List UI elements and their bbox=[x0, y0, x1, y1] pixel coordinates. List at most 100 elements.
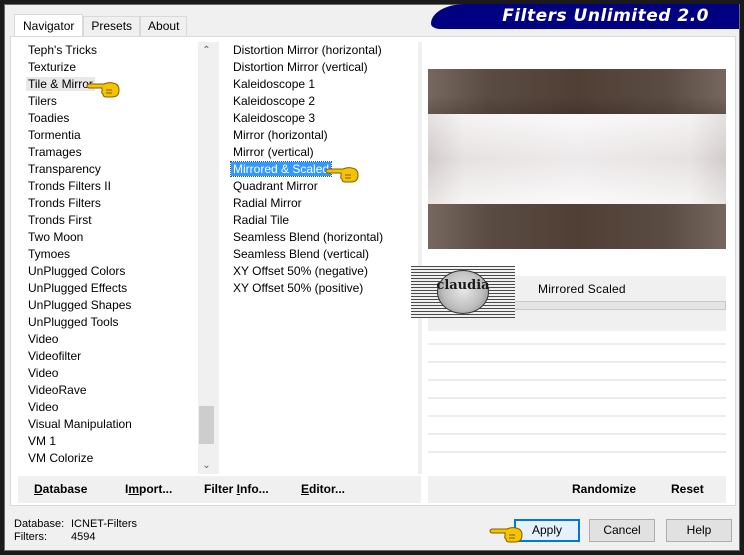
preview-image bbox=[428, 69, 726, 249]
apply-button[interactable]: Apply bbox=[514, 519, 580, 542]
category-list-item[interactable]: Transparency bbox=[14, 161, 198, 178]
parameter-row bbox=[428, 433, 726, 435]
filter-list-item[interactable]: Seamless Blend (horizontal) bbox=[222, 229, 418, 246]
watermark-text: claudia bbox=[436, 278, 490, 293]
preview-shade bbox=[428, 114, 726, 204]
category-list-item[interactable]: Tymoes bbox=[14, 246, 198, 263]
editor-button[interactable]: Editor... bbox=[301, 482, 345, 496]
import-button[interactable]: Import... bbox=[125, 482, 172, 496]
category-list-item[interactable]: VM Colorize bbox=[14, 450, 198, 467]
filter-list-item[interactable]: Kaleidoscope 2 bbox=[222, 93, 418, 110]
title-banner: Filters Unlimited 2.0 bbox=[431, 4, 739, 29]
filter-list-item[interactable]: Quadrant Mirror bbox=[222, 178, 418, 195]
filter-label: Seamless Blend (vertical) bbox=[233, 247, 370, 261]
pointing-hand-icon bbox=[489, 527, 523, 543]
category-list-item[interactable]: Video bbox=[14, 399, 198, 416]
database-value: ICNET-Filters bbox=[71, 518, 137, 530]
category-label: VM Colorize bbox=[28, 451, 94, 465]
chevron-up-icon[interactable]: ⌃ bbox=[198, 42, 215, 59]
category-list-item[interactable]: Texturize bbox=[14, 59, 198, 76]
category-list-item[interactable]: VM 1 bbox=[14, 433, 198, 450]
category-label: Tile & Mirror bbox=[26, 77, 95, 91]
filters-count-value: 4594 bbox=[71, 531, 96, 543]
tab-navigator[interactable]: Navigator bbox=[14, 14, 84, 36]
filter-list-item[interactable]: Radial Mirror bbox=[222, 195, 418, 212]
category-label: VM 1 bbox=[28, 434, 57, 448]
category-list-item[interactable]: Tramages bbox=[14, 144, 198, 161]
category-label: Transparency bbox=[28, 162, 101, 176]
filter-list-item[interactable]: Seamless Blend (vertical) bbox=[222, 246, 418, 263]
category-list-item[interactable]: Visual Manipulation bbox=[14, 416, 198, 433]
panel-divider bbox=[418, 42, 422, 474]
chevron-down-icon[interactable]: ⌄ bbox=[198, 457, 215, 474]
filter-list-item[interactable]: XY Offset 50% (positive) bbox=[222, 280, 418, 297]
preview-toolbar: Randomize Reset bbox=[428, 476, 726, 503]
category-label: Tronds Filters II bbox=[28, 179, 111, 193]
category-list-item[interactable]: UnPlugged Effects bbox=[14, 280, 198, 297]
filter-list-item[interactable]: Mirror (vertical) bbox=[222, 144, 418, 161]
filter-list-item[interactable]: XY Offset 50% (negative) bbox=[222, 263, 418, 280]
filter-label: Seamless Blend (horizontal) bbox=[233, 230, 384, 244]
category-label: UnPlugged Tools bbox=[28, 315, 119, 329]
filter-label: Quadrant Mirror bbox=[233, 179, 318, 193]
category-label: Tymoes bbox=[28, 247, 71, 261]
parameter-row bbox=[428, 379, 726, 381]
status-area: Database: ICNET-Filters Filters: 4594 bbox=[14, 518, 137, 544]
preview-shade bbox=[428, 69, 726, 114]
category-list-item[interactable]: Video bbox=[14, 365, 198, 382]
pointing-hand-icon bbox=[325, 167, 359, 183]
category-list-item[interactable]: VideoRave bbox=[14, 382, 198, 399]
tab-bar: Navigator Presets About bbox=[14, 14, 188, 36]
filter-label: XY Offset 50% (positive) bbox=[233, 281, 364, 295]
filter-label: Radial Mirror bbox=[233, 196, 302, 210]
category-list-item[interactable]: Teph's Tricks bbox=[14, 42, 198, 59]
filter-label: XY Offset 50% (negative) bbox=[233, 264, 368, 278]
category-label: Toadies bbox=[28, 111, 70, 125]
filter-list-item[interactable]: Distortion Mirror (horizontal) bbox=[222, 42, 418, 59]
category-label: Video bbox=[28, 400, 59, 414]
category-list-item[interactable]: Toadies bbox=[14, 110, 198, 127]
parameter-row bbox=[428, 415, 726, 417]
category-label: Teph's Tricks bbox=[28, 43, 97, 57]
tab-presets[interactable]: Presets bbox=[83, 16, 141, 36]
parameter-row bbox=[428, 451, 726, 453]
database-button[interactable]: Database bbox=[34, 482, 87, 496]
help-button[interactable]: Help bbox=[666, 519, 732, 542]
category-list-item[interactable]: Tronds Filters bbox=[14, 195, 198, 212]
category-list[interactable]: Teph's Tricks Texturize Tile & Mirror Tiler… bbox=[14, 42, 198, 472]
randomize-button[interactable]: Randomize bbox=[572, 482, 636, 496]
tab-about[interactable]: About bbox=[140, 16, 188, 36]
filter-list-item[interactable]: Mirror (horizontal) bbox=[222, 127, 418, 144]
scrollbar-thumb[interactable] bbox=[199, 406, 214, 444]
category-list-item[interactable]: Tronds First bbox=[14, 212, 198, 229]
category-list-item[interactable]: Tormentia bbox=[14, 127, 198, 144]
filter-list-item[interactable]: Radial Tile bbox=[222, 212, 418, 229]
parameter-row bbox=[428, 361, 726, 363]
category-list-item[interactable]: Tronds Filters II bbox=[14, 178, 198, 195]
category-scrollbar[interactable]: ⌃ ⌄ bbox=[198, 42, 215, 474]
category-list-item[interactable]: UnPlugged Colors bbox=[14, 263, 198, 280]
category-label: Videofilter bbox=[28, 349, 82, 363]
reset-button[interactable]: Reset bbox=[671, 482, 704, 496]
filter-list-item[interactable]: Kaleidoscope 3 bbox=[222, 110, 418, 127]
category-list-item[interactable]: Video bbox=[14, 331, 198, 348]
category-label: VideoRave bbox=[28, 383, 87, 397]
filter-label: Kaleidoscope 2 bbox=[233, 94, 316, 108]
category-label: Tronds First bbox=[28, 213, 92, 227]
category-list-item[interactable]: UnPlugged Shapes bbox=[14, 297, 198, 314]
filter-list-item[interactable]: Distortion Mirror (vertical) bbox=[222, 59, 418, 76]
category-label: Visual Manipulation bbox=[28, 417, 132, 431]
filter-info-button[interactable]: Filter Info... bbox=[204, 482, 269, 496]
category-label: Tormentia bbox=[28, 128, 81, 142]
filter-list-item[interactable]: Kaleidoscope 1 bbox=[222, 76, 418, 93]
filter-label: Mirror (vertical) bbox=[233, 145, 314, 159]
category-label: UnPlugged Effects bbox=[28, 281, 128, 295]
category-list-item[interactable]: Videofilter bbox=[14, 348, 198, 365]
database-label: Database: bbox=[14, 518, 65, 530]
filter-list-item[interactable]: Mirrored & Scaled bbox=[222, 161, 418, 178]
category-list-item[interactable]: UnPlugged Tools bbox=[14, 314, 198, 331]
cancel-button[interactable]: Cancel bbox=[589, 519, 655, 542]
category-label: UnPlugged Colors bbox=[28, 264, 126, 278]
filter-list[interactable]: Distortion Mirror (horizontal) Distortion… bbox=[222, 42, 418, 472]
category-list-item[interactable]: Two Moon bbox=[14, 229, 198, 246]
